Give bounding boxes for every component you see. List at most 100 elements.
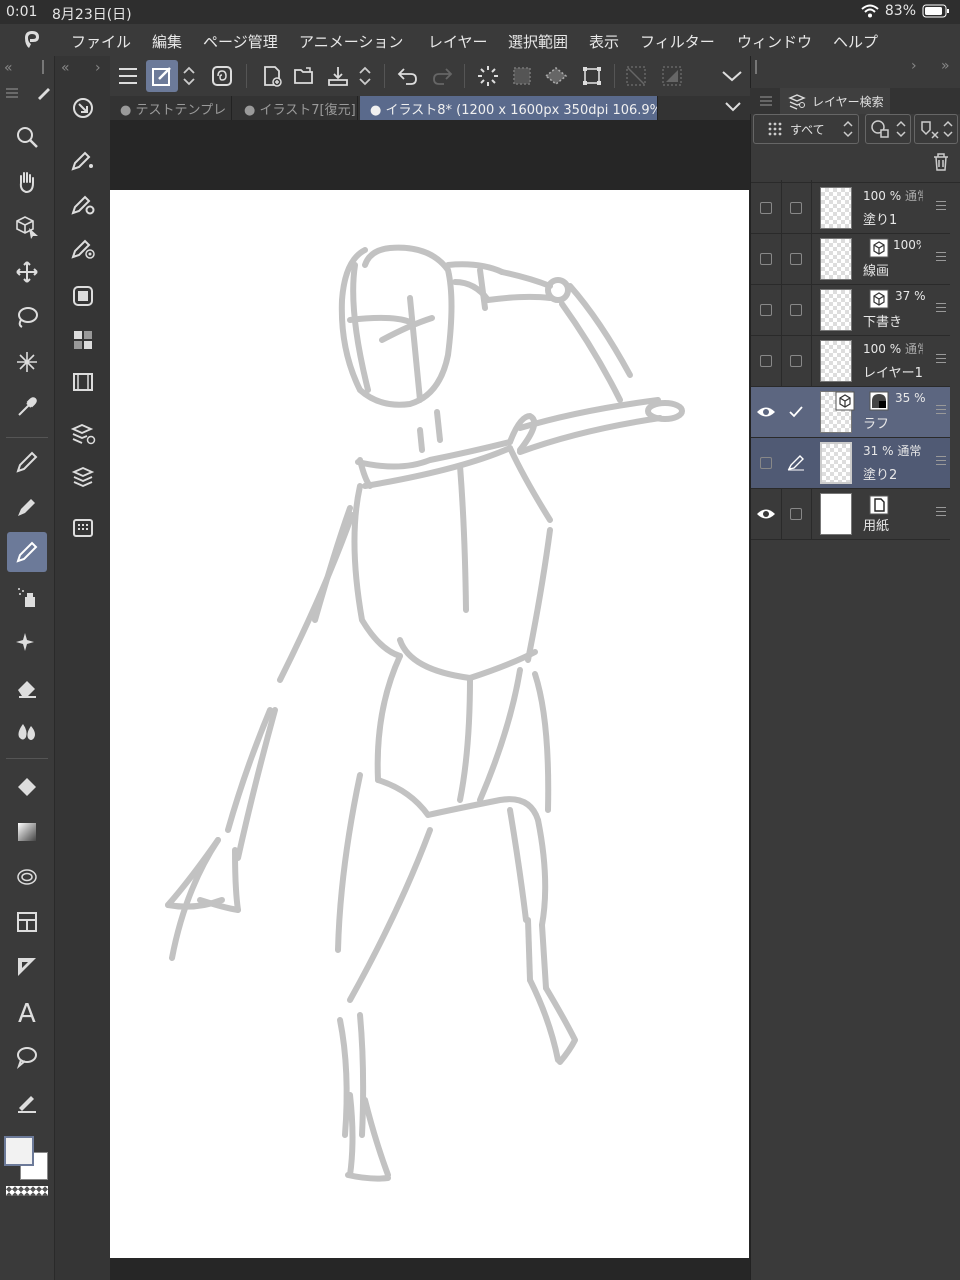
quick-access-icon[interactable] [206, 60, 238, 92]
command-bar-collapse-icon[interactable] [716, 60, 748, 92]
subtool-detail-icon[interactable] [63, 88, 103, 128]
layer-edit-target-toggle[interactable] [785, 248, 807, 270]
tab-document[interactable]: ● テストテンプレ [110, 96, 232, 120]
navigator-icon[interactable] [63, 276, 103, 316]
pen-edit-icon[interactable] [785, 452, 807, 474]
correct-line-icon[interactable] [7, 1082, 47, 1122]
gradient-tool-icon[interactable] [7, 812, 47, 852]
magic-wand-icon[interactable] [7, 342, 47, 382]
layer-filter-dropdown[interactable]: すべて [753, 114, 859, 144]
panel-collapse-icon[interactable]: » [941, 58, 950, 74]
drag-handle-icon[interactable] [936, 456, 946, 468]
eraser-tool-icon[interactable] [7, 667, 47, 707]
pencil-tool-icon[interactable] [7, 487, 47, 527]
drag-handle-icon[interactable] [936, 303, 946, 315]
menu-edit[interactable]: 編集 [152, 31, 182, 52]
deselect-icon[interactable] [472, 60, 504, 92]
collapse-left-icon[interactable]: « [4, 60, 13, 76]
redo-icon[interactable] [426, 60, 458, 92]
zoom-tool-icon[interactable] [7, 117, 47, 157]
tab-layer-search[interactable]: レイヤー検索 [780, 88, 890, 114]
collapse-icon[interactable]: « [61, 60, 70, 76]
trash-icon[interactable] [932, 152, 950, 172]
menu-selection[interactable]: 選択範囲 [508, 31, 568, 52]
balloon-tool-icon[interactable] [7, 1037, 47, 1077]
fill-selection-icon[interactable] [656, 60, 688, 92]
menu-animation[interactable]: アニメーション [299, 31, 403, 52]
transform-icon[interactable] [576, 60, 608, 92]
up-down-arrow-icon[interactable] [178, 60, 200, 92]
object-tool-icon[interactable] [7, 207, 47, 247]
fill-tool-icon[interactable] [7, 767, 47, 807]
eye-icon[interactable] [755, 401, 777, 423]
timeline-icon[interactable] [63, 362, 103, 402]
transparent-color-swatch[interactable] [6, 1186, 48, 1196]
tool-property-icon[interactable] [63, 184, 103, 224]
layer-edit-target-toggle[interactable] [785, 197, 807, 219]
main-color-swatch[interactable] [4, 1136, 34, 1166]
layer-row[interactable]: 37 % 下書き [751, 285, 950, 336]
tab-document[interactable]: ● イラスト7[復元] [234, 96, 358, 120]
menu-page[interactable]: ページ管理 [203, 31, 278, 52]
layer-row[interactable]: 100% 線画 [751, 234, 950, 285]
brush-tool-icon[interactable] [7, 532, 47, 572]
move-tool-icon[interactable] [7, 252, 47, 292]
drawing-canvas[interactable] [110, 190, 749, 1258]
lasso-tool-icon[interactable] [7, 297, 47, 337]
checkmark-icon[interactable] [785, 401, 807, 423]
panel-menu-icon[interactable] [760, 96, 772, 106]
app-logo-icon[interactable] [20, 28, 44, 52]
frame-tool-icon[interactable] [7, 902, 47, 942]
blend-tool-icon[interactable] [7, 712, 47, 752]
clear-outside-icon[interactable] [620, 60, 652, 92]
layer-row[interactable]: 用紙 [751, 489, 950, 540]
menu-window[interactable]: ウィンドウ [737, 31, 812, 52]
text-tool-icon[interactable]: A [7, 992, 47, 1032]
select-all-icon[interactable] [506, 60, 538, 92]
drag-handle-icon[interactable] [936, 252, 946, 264]
layer-tag-dropdown[interactable] [914, 114, 958, 144]
eye-icon[interactable] [755, 503, 777, 525]
layer-row-selected[interactable]: 31 % 通常 塗り2 [751, 438, 950, 489]
layer-edit-target-toggle[interactable] [785, 299, 807, 321]
contour-fill-icon[interactable] [7, 857, 47, 897]
save-options-arrow-icon[interactable] [354, 60, 376, 92]
layer-visibility-toggle[interactable] [755, 197, 777, 219]
ruler-tool-icon[interactable] [7, 947, 47, 987]
pen-tool-icon[interactable] [7, 442, 47, 482]
layer-kind-dropdown[interactable] [865, 114, 911, 144]
stabilizer-icon[interactable] [63, 228, 103, 268]
layer-visibility-toggle[interactable] [755, 350, 777, 372]
undo-icon[interactable] [392, 60, 424, 92]
edit-mode-icon[interactable] [146, 60, 178, 92]
panel-handle-icon[interactable] [755, 60, 757, 74]
drag-handle-icon[interactable] [936, 405, 946, 417]
new-canvas-icon[interactable] [256, 60, 288, 92]
layer-row[interactable]: 100 % 通常 塗り1 [751, 183, 950, 234]
drag-handle-icon[interactable] [936, 201, 946, 213]
material-icon[interactable] [63, 508, 103, 548]
panel-next-icon[interactable]: › [911, 58, 917, 74]
tab-document-active[interactable]: ● イラスト8* (1200 x 1600px 350dpi 106.9%) [360, 96, 658, 120]
color-set-icon[interactable] [63, 320, 103, 360]
layer-edit-target-toggle[interactable] [785, 503, 807, 525]
decoration-tool-icon[interactable] [7, 622, 47, 662]
layer-edit-target-toggle[interactable] [785, 350, 807, 372]
invert-selection-icon[interactable] [540, 60, 572, 92]
open-folder-icon[interactable] [288, 60, 320, 92]
menu-help[interactable]: ヘルプ [833, 31, 878, 52]
layer-row-selected[interactable]: 35 % ラフ [751, 387, 950, 438]
brush-size-icon[interactable] [63, 140, 103, 180]
save-icon[interactable] [322, 60, 354, 92]
menu-layer[interactable]: レイヤー [428, 31, 488, 52]
tabs-dropdown-icon[interactable] [724, 100, 742, 114]
hamburger-menu-icon[interactable] [112, 60, 144, 92]
panel-handle-icon[interactable] [42, 60, 44, 74]
layer-visibility-toggle[interactable] [755, 452, 777, 474]
layer-visibility-toggle[interactable] [755, 299, 777, 321]
menu-file[interactable]: ファイル [71, 31, 131, 52]
layer-panel-icon[interactable] [63, 456, 103, 496]
expand-icon[interactable]: › [95, 60, 101, 76]
menu-view[interactable]: 表示 [589, 31, 619, 52]
eyedropper-icon[interactable] [7, 387, 47, 427]
